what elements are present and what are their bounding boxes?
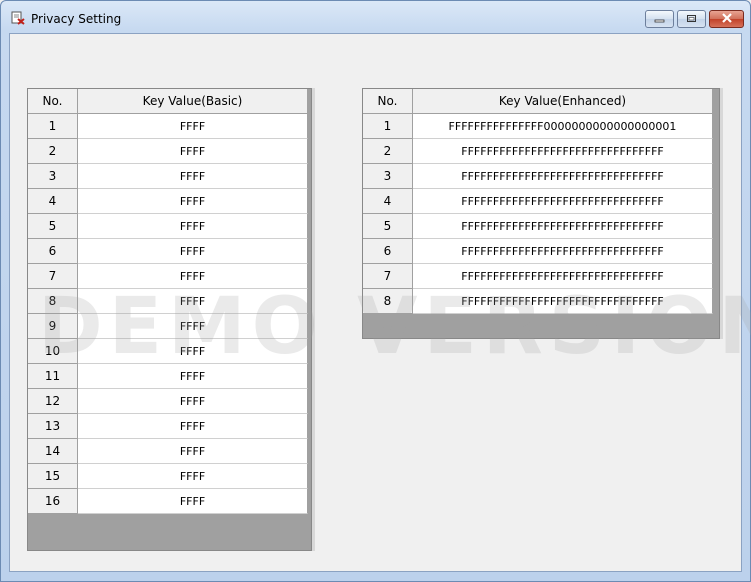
column-header-key-value-enhanced[interactable]: Key Value(Enhanced) bbox=[413, 89, 713, 114]
key-value-cell[interactable]: FFFF bbox=[78, 364, 308, 389]
row-number-cell[interactable]: 6 bbox=[28, 239, 78, 264]
key-value-cell[interactable]: FFFFFFFFFFFFFFFFFFFFFFFFFFFFFFFF bbox=[413, 264, 713, 289]
row-number-cell[interactable]: 8 bbox=[363, 289, 413, 314]
column-header-key-value-basic[interactable]: Key Value(Basic) bbox=[78, 89, 308, 114]
key-value-cell[interactable]: FFFFFFFFFFFFFFFFFFFFFFFFFFFFFFFF bbox=[413, 214, 713, 239]
row-number-cell[interactable]: 2 bbox=[28, 139, 78, 164]
row-number-cell[interactable]: 4 bbox=[363, 189, 413, 214]
key-value-cell[interactable]: FFFF bbox=[78, 289, 308, 314]
basic-table-edge bbox=[312, 88, 315, 551]
table-row[interactable]: 10 FFFF bbox=[28, 339, 308, 364]
enhanced-table-edge bbox=[720, 88, 723, 339]
table-row[interactable]: 8 FFFF bbox=[28, 289, 308, 314]
key-value-cell[interactable]: FFFF bbox=[78, 489, 308, 514]
key-value-cell[interactable]: FFFF bbox=[78, 414, 308, 439]
table-row[interactable]: 6 FFFFFFFFFFFFFFFFFFFFFFFFFFFFFFFF bbox=[363, 239, 713, 264]
row-number-cell[interactable]: 8 bbox=[28, 289, 78, 314]
app-icon bbox=[11, 11, 25, 25]
client-area: No. Key Value(Basic) 1 FFFF 2 FFFF 3 FFFF 4 FFF… bbox=[9, 33, 751, 572]
table-row[interactable]: 11 FFFF bbox=[28, 364, 308, 389]
row-number-cell[interactable]: 9 bbox=[28, 314, 78, 339]
row-number-cell[interactable]: 5 bbox=[363, 214, 413, 239]
row-number-cell[interactable]: 10 bbox=[28, 339, 78, 364]
key-value-cell[interactable]: FFFFFFFFFFFFFFFFFFFFFFFFFFFFFFFF bbox=[413, 164, 713, 189]
key-value-cell[interactable]: FFFFFFFFFFFFFFFFFFFFFFFFFFFFFFFF bbox=[413, 289, 713, 314]
key-value-cell[interactable]: FFFF bbox=[78, 139, 308, 164]
table-row[interactable]: 3 FFFFFFFFFFFFFFFFFFFFFFFFFFFFFFFF bbox=[363, 164, 713, 189]
table-row[interactable]: 15 FFFF bbox=[28, 464, 308, 489]
table-row[interactable]: 4 FFFFFFFFFFFFFFFFFFFFFFFFFFFFFFFF bbox=[363, 189, 713, 214]
table-row[interactable]: 12 FFFF bbox=[28, 389, 308, 414]
table-row[interactable]: 14 FFFF bbox=[28, 439, 308, 464]
table-row[interactable]: 13 FFFF bbox=[28, 414, 308, 439]
table-row[interactable]: 16 FFFF bbox=[28, 489, 308, 514]
table-row[interactable]: 7 FFFF bbox=[28, 264, 308, 289]
key-value-cell[interactable]: FFFF bbox=[78, 464, 308, 489]
key-value-cell[interactable]: FFFF bbox=[78, 114, 308, 139]
row-number-cell[interactable]: 6 bbox=[363, 239, 413, 264]
close-button[interactable] bbox=[709, 10, 744, 28]
table-row[interactable]: 5 FFFF bbox=[28, 214, 308, 239]
table-row[interactable]: 4 FFFF bbox=[28, 189, 308, 214]
enhanced-table-header: No. Key Value(Enhanced) bbox=[363, 89, 713, 114]
key-value-cell[interactable]: FFFF bbox=[78, 164, 308, 189]
close-icon bbox=[721, 12, 733, 26]
table-row[interactable]: 2 FFFFFFFFFFFFFFFFFFFFFFFFFFFFFFFF bbox=[363, 139, 713, 164]
column-header-no[interactable]: No. bbox=[28, 89, 78, 114]
enhanced-key-table[interactable]: No. Key Value(Enhanced) 1 FFFFFFFFFFFFFFF… bbox=[362, 88, 720, 339]
row-number-cell[interactable]: 7 bbox=[28, 264, 78, 289]
key-value-cell[interactable]: FFFF bbox=[78, 189, 308, 214]
row-number-cell[interactable]: 3 bbox=[28, 164, 78, 189]
table-row[interactable]: 2 FFFF bbox=[28, 139, 308, 164]
key-value-cell[interactable]: FFFFFFFFFFFFFFF0000000000000000001 bbox=[413, 114, 713, 139]
row-number-cell[interactable]: 12 bbox=[28, 389, 78, 414]
key-value-cell[interactable]: FFFF bbox=[78, 264, 308, 289]
key-value-cell[interactable]: FFFFFFFFFFFFFFFFFFFFFFFFFFFFFFFF bbox=[413, 139, 713, 164]
row-number-cell[interactable]: 7 bbox=[363, 264, 413, 289]
maximize-icon bbox=[686, 12, 697, 26]
table-row[interactable]: 8 FFFFFFFFFFFFFFFFFFFFFFFFFFFFFFFF bbox=[363, 289, 713, 314]
row-number-cell[interactable]: 2 bbox=[363, 139, 413, 164]
key-value-cell[interactable]: FFFFFFFFFFFFFFFFFFFFFFFFFFFFFFFF bbox=[413, 189, 713, 214]
basic-key-table[interactable]: No. Key Value(Basic) 1 FFFF 2 FFFF 3 FFFF 4 FFF… bbox=[27, 88, 312, 551]
table-row[interactable]: 3 FFFF bbox=[28, 164, 308, 189]
row-number-cell[interactable]: 11 bbox=[28, 364, 78, 389]
privacy-setting-window: Privacy Setting No. Key Value(Basic) 1 FF… bbox=[0, 0, 751, 582]
row-number-cell[interactable]: 4 bbox=[28, 189, 78, 214]
table-row[interactable]: 9 FFFF bbox=[28, 314, 308, 339]
table-row[interactable]: 1 FFFFFFFFFFFFFFF0000000000000000001 bbox=[363, 114, 713, 139]
maximize-button[interactable] bbox=[677, 10, 706, 28]
row-number-cell[interactable]: 3 bbox=[363, 164, 413, 189]
title-bar[interactable]: Privacy Setting bbox=[1, 1, 750, 33]
column-header-no[interactable]: No. bbox=[363, 89, 413, 114]
key-value-cell[interactable]: FFFFFFFFFFFFFFFFFFFFFFFFFFFFFFFF bbox=[413, 239, 713, 264]
key-value-cell[interactable]: FFFF bbox=[78, 239, 308, 264]
key-value-cell[interactable]: FFFF bbox=[78, 214, 308, 239]
row-number-cell[interactable]: 5 bbox=[28, 214, 78, 239]
row-number-cell[interactable]: 13 bbox=[28, 414, 78, 439]
key-value-cell[interactable]: FFFF bbox=[78, 339, 308, 364]
row-number-cell[interactable]: 1 bbox=[363, 114, 413, 139]
window-title: Privacy Setting bbox=[31, 12, 122, 26]
basic-table-header: No. Key Value(Basic) bbox=[28, 89, 308, 114]
key-value-cell[interactable]: FFFF bbox=[78, 389, 308, 414]
row-number-cell[interactable]: 1 bbox=[28, 114, 78, 139]
minimize-icon bbox=[654, 12, 665, 26]
table-row[interactable]: 5 FFFFFFFFFFFFFFFFFFFFFFFFFFFFFFFF bbox=[363, 214, 713, 239]
row-number-cell[interactable]: 14 bbox=[28, 439, 78, 464]
row-number-cell[interactable]: 15 bbox=[28, 464, 78, 489]
table-row[interactable]: 7 FFFFFFFFFFFFFFFFFFFFFFFFFFFFFFFF bbox=[363, 264, 713, 289]
row-number-cell[interactable]: 16 bbox=[28, 489, 78, 514]
table-row[interactable]: 6 FFFF bbox=[28, 239, 308, 264]
key-value-cell[interactable]: FFFF bbox=[78, 439, 308, 464]
key-value-cell[interactable]: FFFF bbox=[78, 314, 308, 339]
table-row[interactable]: 1 FFFF bbox=[28, 114, 308, 139]
minimize-button[interactable] bbox=[645, 10, 674, 28]
